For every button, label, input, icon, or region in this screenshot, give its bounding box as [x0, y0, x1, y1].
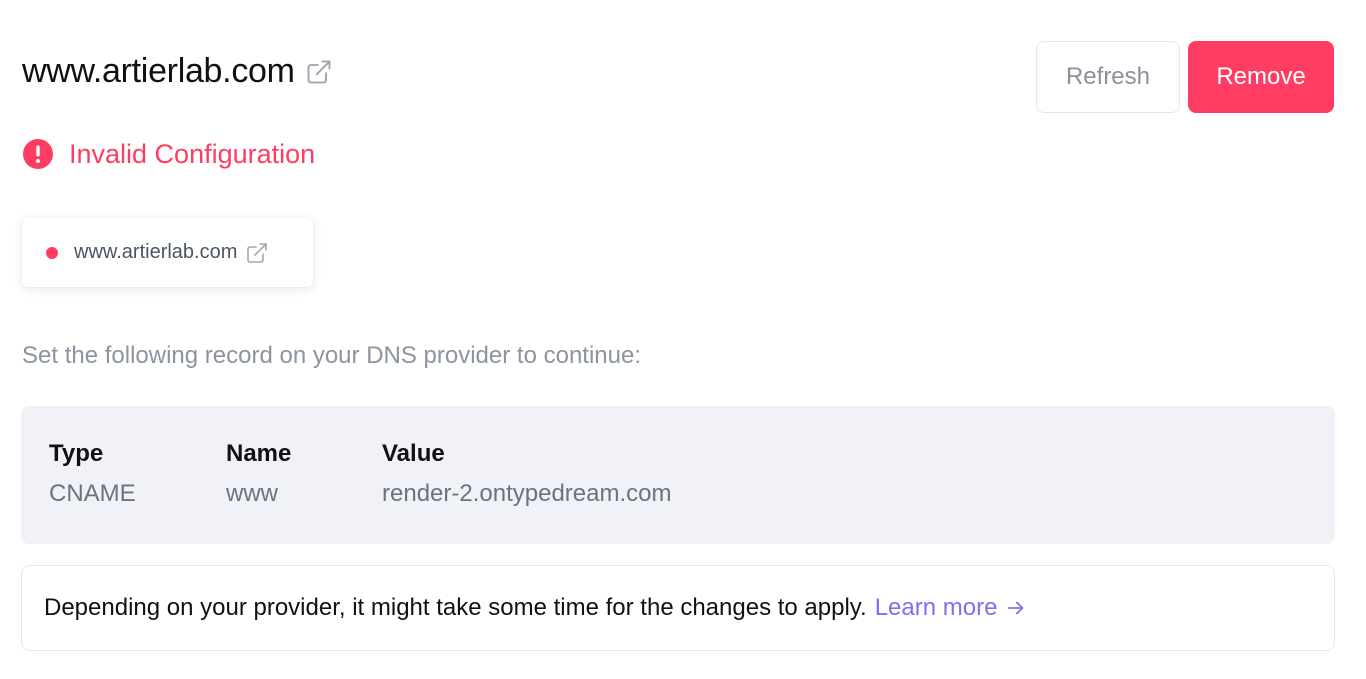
domain-config-panel: www.artierlab.com Refresh Remove Invalid… [0, 0, 1366, 679]
record-type-column: Type CNAME [49, 440, 136, 508]
record-name-value: www [226, 480, 278, 507]
record-type-value: CNAME [49, 480, 136, 507]
external-link-icon[interactable] [305, 58, 333, 86]
record-value-column: Value render-2.ontypedream.com [382, 440, 671, 508]
domain-title: www.artierlab.com [22, 52, 295, 90]
record-value-value: render-2.ontypedream.com [382, 480, 672, 507]
domain-heading: www.artierlab.com [22, 52, 333, 91]
record-name-header: Name [226, 440, 292, 467]
record-type-header: Type [49, 440, 104, 467]
learn-more-label: Learn more [874, 594, 998, 621]
record-value-header: Value [382, 440, 445, 467]
chip-domain: www.artierlab.com [74, 241, 238, 263]
record-name-column: Name www [226, 440, 291, 508]
status-text: Invalid Configuration [69, 138, 316, 169]
note-text: Depending on your provider, it might tak… [44, 594, 867, 621]
dns-record-table: Type CNAME Name www Value render-2.ontyp… [21, 406, 1335, 544]
remove-button[interactable]: Remove [1188, 41, 1334, 113]
exclamation-circle-icon [22, 138, 54, 170]
refresh-button[interactable]: Refresh [1036, 41, 1180, 113]
propagation-note: Depending on your provider, it might tak… [21, 565, 1335, 651]
domain-chip: www.artierlab.com [22, 218, 313, 287]
learn-more-link[interactable]: Learn more [875, 594, 1028, 622]
status-indicator: Invalid Configuration [22, 138, 315, 170]
arrow-right-icon [1005, 597, 1027, 619]
dns-instruction: Set the following record on your DNS pro… [22, 342, 641, 369]
status-dot [46, 246, 58, 259]
external-link-icon[interactable] [245, 241, 269, 265]
